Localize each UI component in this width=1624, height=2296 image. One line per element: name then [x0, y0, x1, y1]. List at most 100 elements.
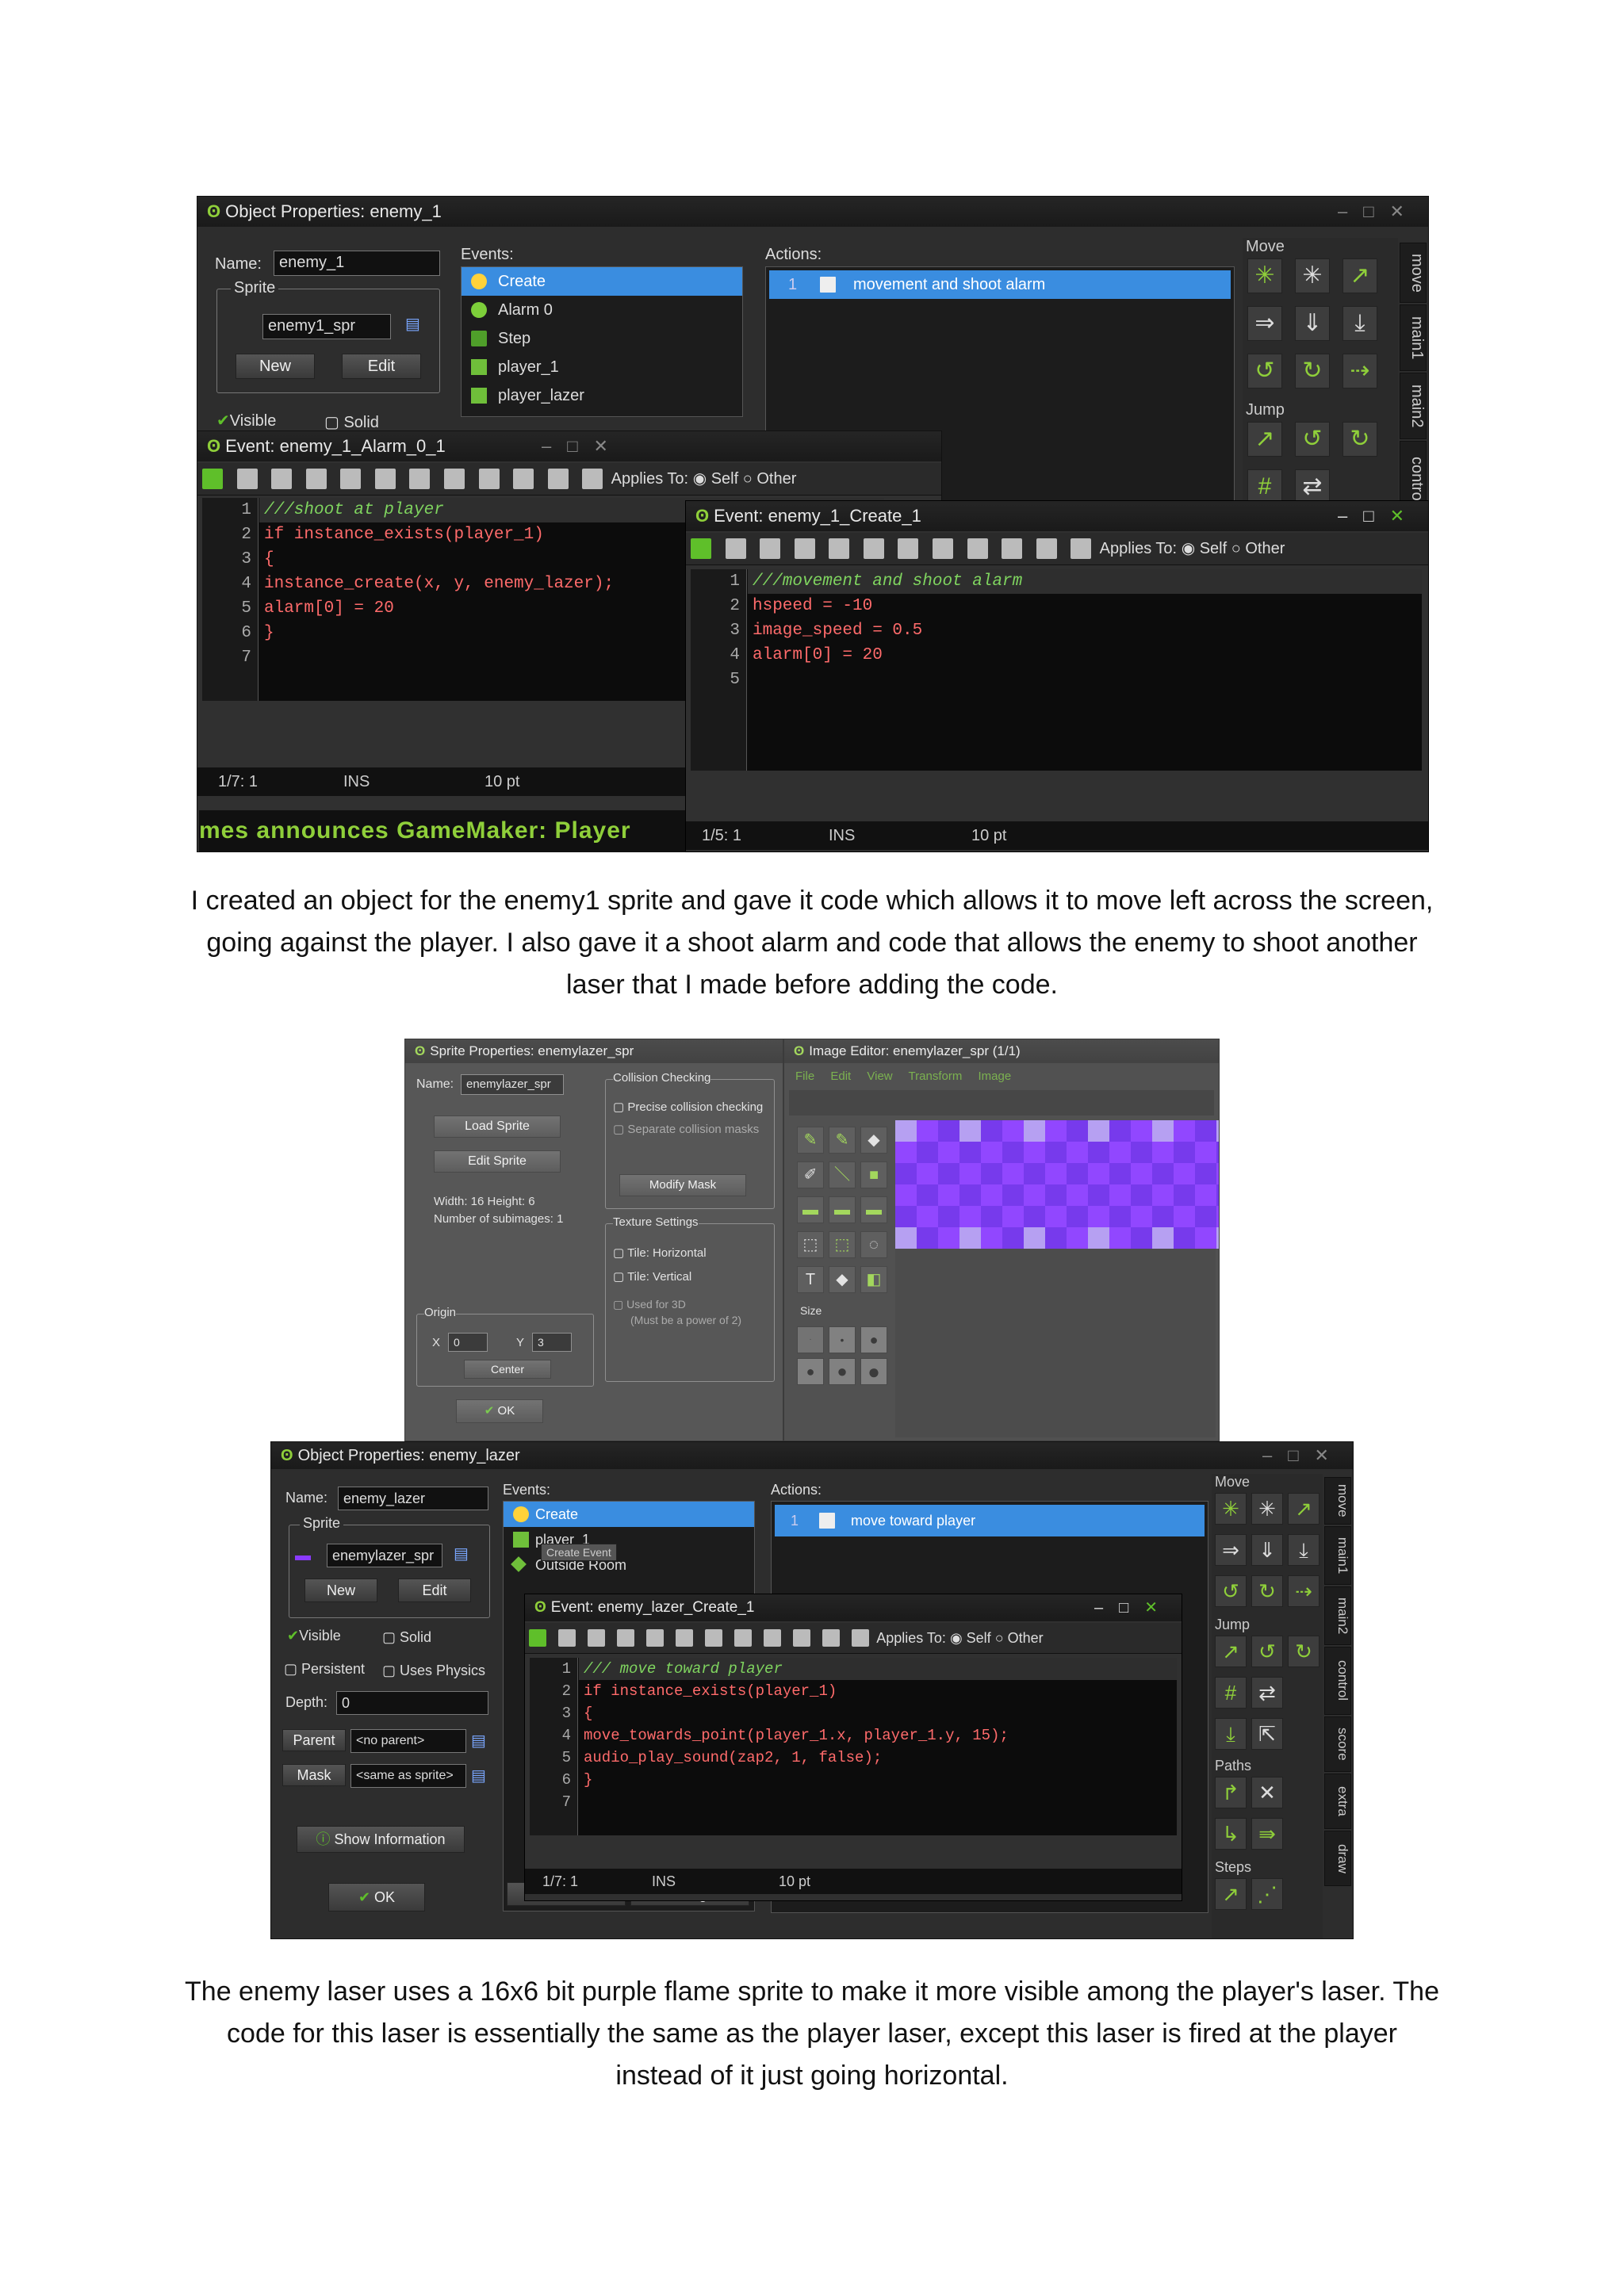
redo-icon[interactable]: [374, 469, 396, 489]
sprite-pixel[interactable]: [981, 1163, 1002, 1184]
sprite-pixel[interactable]: [1195, 1120, 1216, 1142]
tab-main1[interactable]: main1: [1400, 304, 1427, 371]
parent-button[interactable]: Parent: [282, 1729, 346, 1751]
sprite-pixel[interactable]: [1088, 1120, 1109, 1142]
align-grid-icon[interactable]: #: [1247, 469, 1282, 504]
sprite-pixel[interactable]: [1216, 1227, 1219, 1249]
sprite-pixel[interactable]: [938, 1206, 959, 1227]
sprite-select[interactable]: enemylazer_spr: [327, 1544, 442, 1567]
cut-icon[interactable]: [898, 538, 919, 559]
sprite-pixel-canvas[interactable]: [895, 1120, 1219, 1249]
mask-button[interactable]: Mask: [282, 1764, 346, 1786]
sprite-pixel[interactable]: [1088, 1163, 1109, 1184]
new-button[interactable]: New: [304, 1578, 377, 1602]
magic-wand-icon[interactable]: ⬚: [829, 1231, 856, 1258]
friction-icon[interactable]: ⇢: [1288, 1575, 1320, 1607]
select-icon[interactable]: ⬚: [797, 1231, 824, 1258]
window-controls[interactable]: –□✕: [1262, 1442, 1345, 1469]
pencil-icon[interactable]: ✎: [797, 1127, 824, 1154]
sprite-pixel[interactable]: [938, 1227, 959, 1249]
jump-random-icon[interactable]: ↻: [1342, 422, 1377, 457]
window-controls[interactable]: –□✕: [1094, 1594, 1174, 1621]
paste-icon[interactable]: [967, 538, 988, 559]
sprite-pixel[interactable]: [1216, 1184, 1219, 1206]
sprite-pixel[interactable]: [895, 1227, 917, 1249]
action-item[interactable]: 1 movement and shoot alarm: [769, 270, 1231, 299]
sprite-pixel[interactable]: [1174, 1184, 1195, 1206]
gravity-icon[interactable]: ⤓: [1288, 1534, 1320, 1566]
sprite-pixel[interactable]: [959, 1142, 981, 1163]
wrap-icon[interactable]: ⇄: [1295, 469, 1330, 504]
sprite-pixel[interactable]: [1131, 1227, 1152, 1249]
print-icon[interactable]: [794, 538, 815, 559]
jump-start-icon[interactable]: ↺: [1251, 1636, 1283, 1667]
sprite-pixel[interactable]: [1067, 1206, 1088, 1227]
sprite-pixel[interactable]: [938, 1142, 959, 1163]
sprite-pixel[interactable]: [1045, 1227, 1067, 1249]
speed-horizontal-icon[interactable]: ⇒: [1247, 306, 1282, 341]
menu-view[interactable]: View: [867, 1070, 892, 1083]
sprite-pixel[interactable]: [1024, 1163, 1045, 1184]
sprite-pixel[interactable]: [959, 1184, 981, 1206]
sprite-pixel[interactable]: [1174, 1163, 1195, 1184]
grid-icon[interactable]: [547, 469, 569, 489]
origin-y-input[interactable]: 3: [532, 1333, 572, 1352]
sprite-pixel[interactable]: [959, 1227, 981, 1249]
other-radio[interactable]: ○ Other: [995, 1630, 1044, 1646]
tab-main1[interactable]: main1: [1324, 1526, 1351, 1585]
paste-icon[interactable]: [478, 469, 500, 489]
depth-input[interactable]: 0: [336, 1691, 488, 1715]
tab-draw[interactable]: draw: [1324, 1831, 1351, 1886]
ok-button[interactable]: ✔ OK: [456, 1399, 543, 1423]
sprite-pixel[interactable]: [1131, 1142, 1152, 1163]
sprite-pixel[interactable]: [1195, 1142, 1216, 1163]
sprite-pixel[interactable]: [1109, 1142, 1131, 1163]
sprite-pixel[interactable]: [981, 1184, 1002, 1206]
sprite-pixel[interactable]: [917, 1163, 938, 1184]
sprite-pixel[interactable]: [1067, 1227, 1088, 1249]
copy-icon[interactable]: [734, 1629, 753, 1647]
path-speed-icon[interactable]: ⇛: [1251, 1818, 1283, 1850]
undo-icon[interactable]: [829, 538, 850, 559]
sprite-pixel[interactable]: [1088, 1227, 1109, 1249]
script-icon[interactable]: [1071, 538, 1092, 559]
move-free-icon[interactable]: ✳: [1251, 1493, 1283, 1525]
text-icon[interactable]: T: [797, 1266, 824, 1293]
menu-file[interactable]: File: [795, 1070, 814, 1083]
solid-checkbox[interactable]: ▢ Solid: [382, 1629, 431, 1646]
persistent-checkbox[interactable]: ▢ Persistent: [284, 1661, 365, 1678]
jump-position-icon[interactable]: ↗: [1215, 1636, 1247, 1667]
gravity-icon[interactable]: ⤓: [1342, 306, 1377, 341]
fill-ellipse-icon[interactable]: ▬: [860, 1196, 887, 1223]
bounce-icon[interactable]: ⇱: [1251, 1718, 1283, 1750]
sprite-pixel[interactable]: [895, 1184, 917, 1206]
brush-size-2-icon[interactable]: •: [829, 1326, 856, 1353]
sprite-pixel[interactable]: [1216, 1163, 1219, 1184]
sprite-pixel[interactable]: [1109, 1163, 1131, 1184]
edit-button[interactable]: Edit: [398, 1578, 471, 1602]
sprite-pixel[interactable]: [1002, 1142, 1024, 1163]
step-towards-icon[interactable]: ↗: [1215, 1878, 1247, 1910]
visible-checkbox[interactable]: ✔Visible: [287, 1628, 341, 1644]
ok-check-icon[interactable]: [202, 469, 223, 489]
print-icon[interactable]: [617, 1629, 635, 1647]
paste-icon[interactable]: [764, 1629, 782, 1647]
sprite-name-input[interactable]: enemylazer_spr: [461, 1074, 564, 1095]
sprite-pixel[interactable]: [1045, 1184, 1067, 1206]
tab-extra[interactable]: extra: [1324, 1774, 1351, 1829]
origin-x-input[interactable]: 0: [448, 1333, 488, 1352]
find-icon[interactable]: [793, 1629, 811, 1647]
move-free-icon[interactable]: ✳: [1295, 258, 1330, 293]
sprite-pixel[interactable]: [895, 1120, 917, 1142]
edit-sprite-button[interactable]: Edit Sprite: [434, 1150, 561, 1173]
event-step[interactable]: Step: [462, 324, 742, 353]
create-code-editor[interactable]: 1234567 /// move toward player if instan…: [530, 1658, 1177, 1835]
open-icon[interactable]: [236, 469, 258, 489]
sprite-pixel[interactable]: [1131, 1120, 1152, 1142]
tile-vertical-checkbox[interactable]: ▢ Tile: Vertical: [613, 1269, 691, 1284]
sprite-pixel[interactable]: [895, 1142, 917, 1163]
rectangle-icon[interactable]: ■: [860, 1161, 887, 1188]
sprite-pixel[interactable]: [1216, 1120, 1219, 1142]
script-icon[interactable]: [582, 469, 603, 489]
speed-vertical-icon[interactable]: ⇓: [1295, 306, 1330, 341]
